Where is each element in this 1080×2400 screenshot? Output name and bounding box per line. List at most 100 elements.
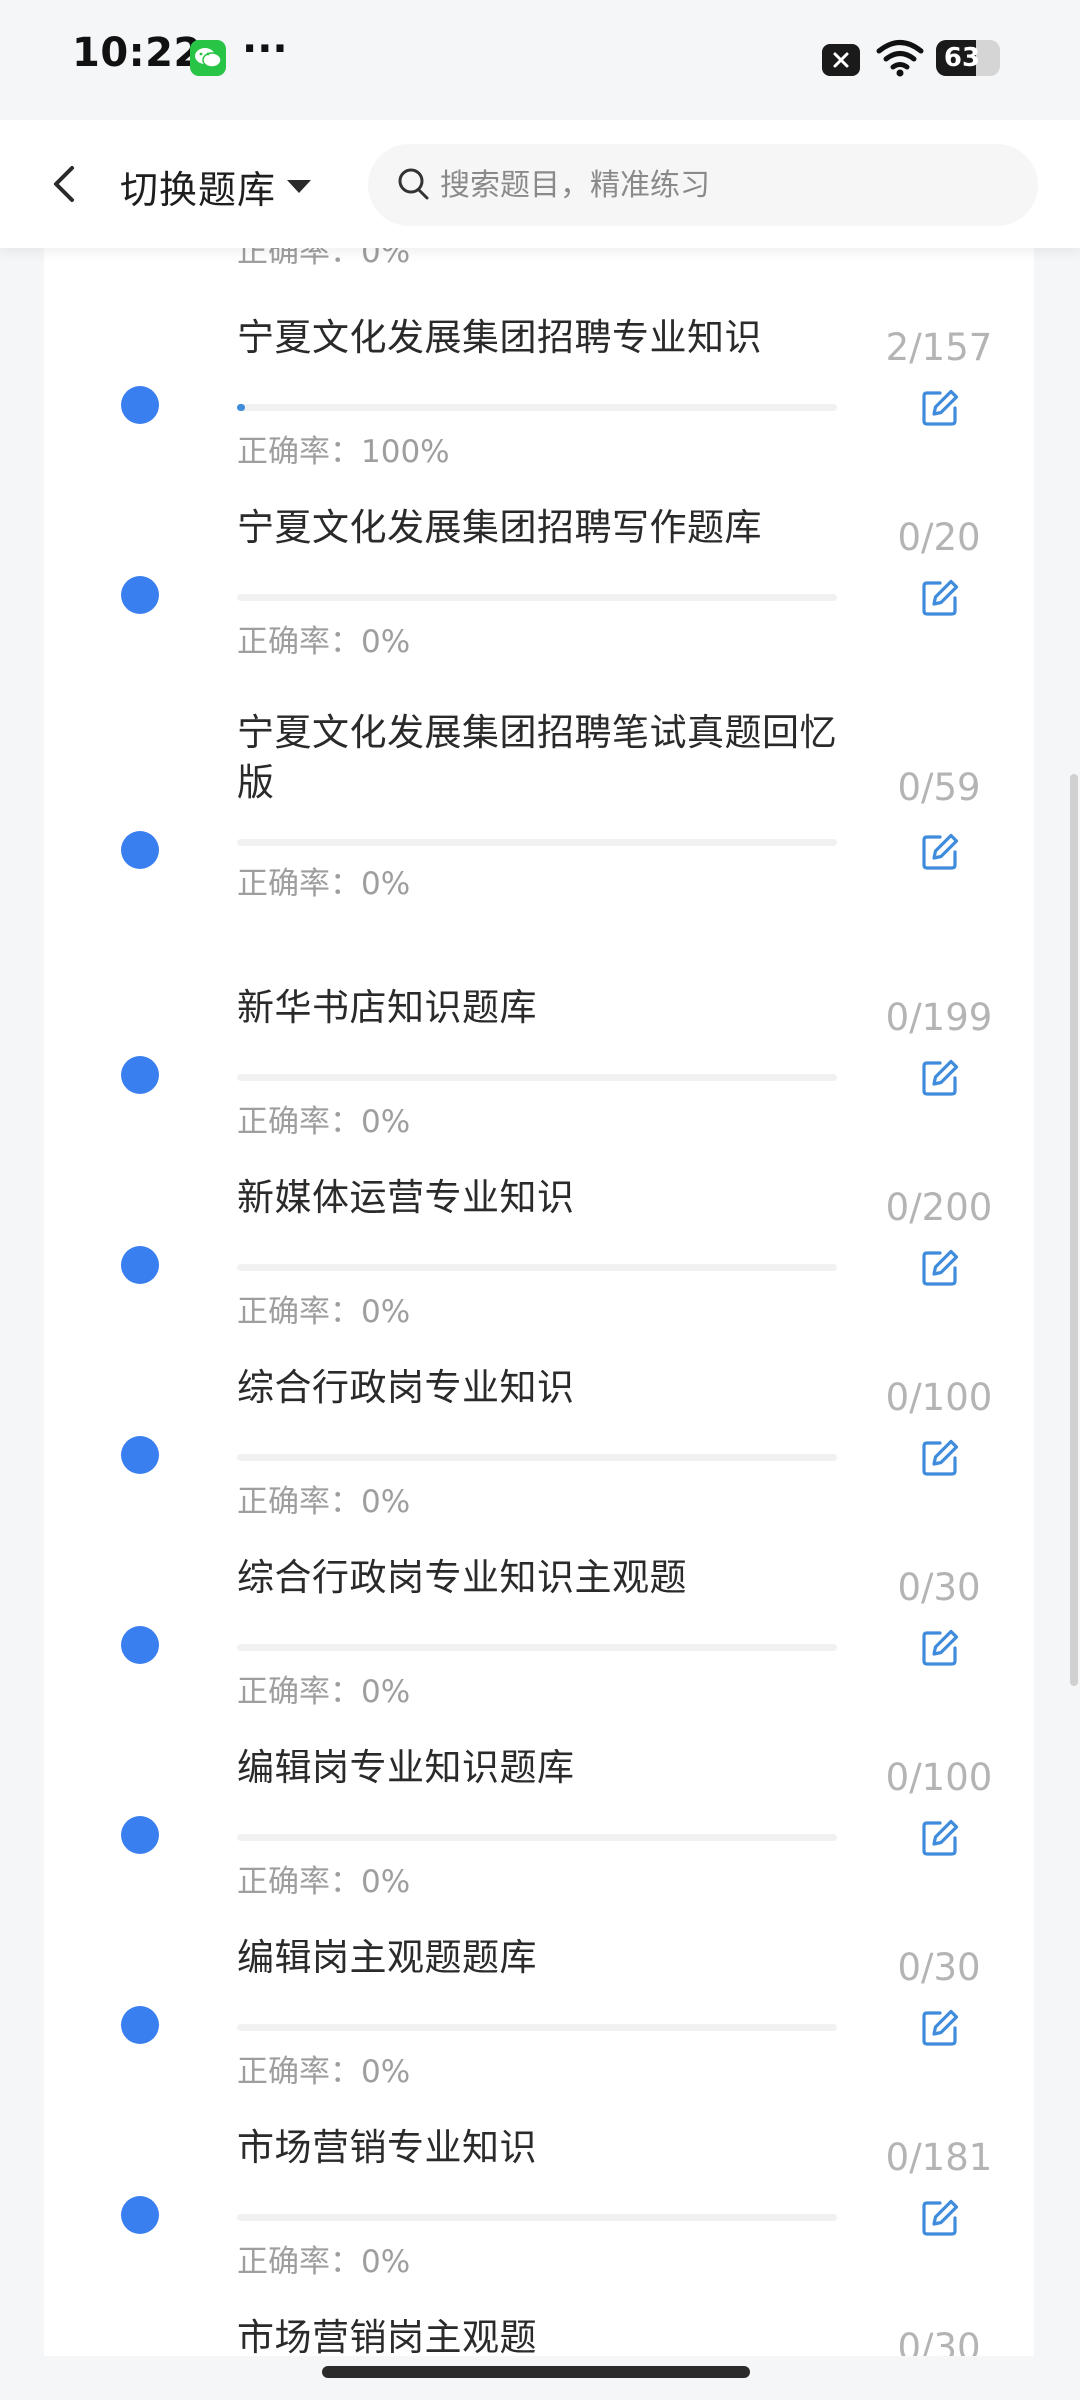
edit-icon <box>922 1059 959 1096</box>
list-item[interactable]: 市场营销岗主观题 0/30 <box>44 2298 1034 2356</box>
progress-bar <box>237 1644 837 1651</box>
progress-bar <box>237 1074 837 1081</box>
item-count: 0/20 <box>897 516 981 559</box>
progress-bar <box>237 839 837 846</box>
progress-bar <box>237 2214 837 2221</box>
item-accuracy: 正确率：0% <box>237 1294 411 1330</box>
item-accuracy: 正确率：0% <box>237 624 411 660</box>
item-title: 宁夏文化发展集团招聘写作题库 <box>237 506 762 549</box>
back-arrow-icon <box>54 166 74 202</box>
edit-button[interactable] <box>912 570 968 626</box>
edit-button[interactable] <box>912 2190 968 2246</box>
item-accuracy: 正确率：0% <box>237 1484 411 1520</box>
list-item[interactable]: 综合行政岗专业知识主观题 正确率：0% 0/30 <box>44 1538 1034 1710</box>
scrollbar[interactable] <box>1070 774 1078 1686</box>
list-item[interactable]: 宁夏文化发展集团招聘专业知识 正确率：100% 2/157 <box>44 298 1034 470</box>
caret-down-icon <box>287 180 312 193</box>
item-count: 2/157 <box>885 326 993 369</box>
list-item[interactable]: 宁夏文化发展集团招聘写作题库 正确率：0% 0/20 <box>44 488 1034 660</box>
edit-icon <box>922 1819 959 1856</box>
search-input[interactable] <box>440 144 1000 226</box>
status-dot <box>121 1246 159 1284</box>
wifi-icon <box>876 38 924 82</box>
switch-question-bank-label: 切换题库 <box>120 167 277 212</box>
status-dot <box>121 831 159 869</box>
edit-button[interactable] <box>912 1620 968 1676</box>
more-notifications-icon: ··· <box>242 26 288 72</box>
item-title: 综合行政岗专业知识主观题 <box>237 1556 687 1599</box>
search-icon <box>398 168 429 200</box>
list-item[interactable]: 宁夏文化发展集团招聘笔试真题回忆版 正确率：0% 0/59 <box>44 708 1034 928</box>
progress-bar <box>237 1264 837 1271</box>
status-dot <box>121 2006 159 2044</box>
edit-icon <box>922 1249 959 1286</box>
edit-icon <box>922 1629 959 1666</box>
item-title: 编辑岗主观题题库 <box>237 1936 537 1979</box>
status-dot <box>121 1816 159 1854</box>
edit-icon <box>922 2199 959 2236</box>
item-title: 宁夏文化发展集团招聘笔试真题回忆版 <box>237 711 837 804</box>
progress-bar <box>237 1454 837 1461</box>
item-count: 0/30 <box>897 1946 981 1989</box>
edit-button[interactable] <box>912 380 968 436</box>
search-box[interactable] <box>368 144 1038 226</box>
status-dot <box>121 2196 159 2234</box>
list-item[interactable]: 新华书店知识题库 正确率：0% 0/199 <box>44 968 1034 1140</box>
edit-button[interactable] <box>912 1240 968 1296</box>
item-title: 宁夏文化发展集团招聘专业知识 <box>237 316 762 359</box>
item-count: 0/199 <box>885 996 993 1039</box>
edit-button[interactable] <box>912 824 968 880</box>
battery-level: 63 <box>943 43 981 73</box>
status-dot <box>121 386 159 424</box>
top-nav-bar: 切换题库 <box>0 120 1080 248</box>
edit-button[interactable] <box>912 1810 968 1866</box>
item-title: 编辑岗专业知识题库 <box>237 1746 575 1789</box>
item-accuracy: 正确率：0% <box>237 1674 411 1710</box>
item-accuracy: 正确率：0% <box>237 1104 411 1140</box>
item-count: 0/100 <box>885 1376 993 1419</box>
list-item[interactable]: 市场营销专业知识 正确率：0% 0/181 <box>44 2108 1034 2280</box>
item-count: 0/200 <box>885 1186 993 1229</box>
list-item[interactable]: 正确率：0% <box>44 248 1034 270</box>
switch-question-bank-button[interactable]: 切换题库 <box>120 156 312 216</box>
list-item[interactable]: 编辑岗专业知识题库 正确率：0% 0/100 <box>44 1728 1034 1900</box>
gesture-nav-handle[interactable] <box>322 2366 750 2378</box>
item-accuracy: 正确率：0% <box>237 248 411 270</box>
item-accuracy: 正确率：0% <box>237 2244 411 2280</box>
item-title: 综合行政岗专业知识 <box>237 1366 575 1409</box>
status-time: 10:22 <box>72 30 202 76</box>
edit-icon <box>922 2009 959 2046</box>
item-title: 新媒体运营专业知识 <box>237 1176 575 1219</box>
list-item[interactable]: 综合行政岗专业知识 正确率：0% 0/100 <box>44 1348 1034 1520</box>
list-item[interactable]: 新媒体运营专业知识 正确率：0% 0/200 <box>44 1158 1034 1330</box>
progress-bar <box>237 594 837 601</box>
edit-button[interactable] <box>912 1050 968 1106</box>
item-count: 0/181 <box>885 2136 993 2179</box>
status-dot <box>121 576 159 614</box>
bottom-bar <box>0 2356 1080 2400</box>
item-count: 0/30 <box>897 1566 981 1609</box>
item-accuracy: 正确率：100% <box>237 434 450 470</box>
progress-bar <box>237 1834 837 1841</box>
item-title: 新华书店知识题库 <box>237 986 537 1029</box>
edit-icon <box>922 1439 959 1476</box>
status-bar: 10:22 ··· 63 <box>0 0 1080 120</box>
item-count: 0/30 <box>897 2326 981 2356</box>
status-dot <box>121 1056 159 1094</box>
edit-icon <box>922 389 959 426</box>
item-title: 市场营销岗主观题 <box>237 2316 537 2356</box>
progress-bar <box>237 2024 837 2031</box>
battery-icon: 63 <box>936 40 1000 76</box>
item-count: 0/59 <box>897 766 981 809</box>
item-title: 市场营销专业知识 <box>237 2126 537 2169</box>
edit-button[interactable] <box>912 2000 968 2056</box>
item-count: 0/100 <box>885 1756 993 1799</box>
item-accuracy: 正确率：0% <box>237 1864 411 1900</box>
list-item[interactable]: 编辑岗主观题题库 正确率：0% 0/30 <box>44 1918 1034 2090</box>
back-button[interactable] <box>36 150 96 218</box>
edit-button[interactable] <box>912 1430 968 1486</box>
no-sim-icon <box>822 44 860 76</box>
progress-bar <box>237 404 837 411</box>
question-bank-list: 正确率：0% 宁夏文化发展集团招聘专业知识 正确率：100% 2/157 宁夏文… <box>44 248 1034 2356</box>
progress-fill <box>237 404 245 411</box>
